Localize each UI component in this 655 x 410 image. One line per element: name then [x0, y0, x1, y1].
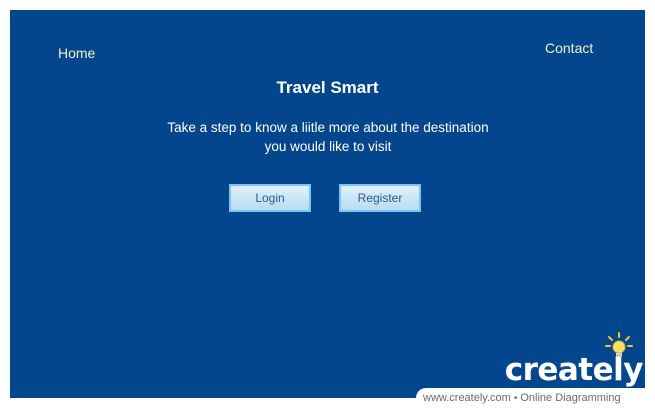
nav-contact-link[interactable]: Contact — [545, 40, 593, 56]
creately-watermark: creately www.creately.com • Online Diagram… — [414, 330, 655, 410]
separator-dot: • — [513, 393, 518, 404]
page-title: Travel Smart — [276, 78, 379, 97]
register-button[interactable]: Register — [339, 184, 421, 212]
nav-home-link[interactable]: Home — [58, 45, 95, 61]
page-canvas: Home Contact Travel Smart Take a step to… — [0, 0, 655, 410]
watermark-url: www.creately.com — [423, 392, 511, 404]
watermark-tagline: Online Diagramming — [520, 392, 621, 404]
creately-logo: creately — [504, 352, 644, 388]
login-button[interactable]: Login — [229, 184, 311, 212]
page-subtitle: Take a step to know a liitle more about … — [148, 118, 508, 156]
watermark-strip: www.creately.com • Online Diagramming — [416, 388, 648, 408]
subtitle-line-2: you would like to visit — [264, 139, 392, 154]
subtitle-line-1: Take a step to know a liitle more about … — [167, 120, 489, 135]
